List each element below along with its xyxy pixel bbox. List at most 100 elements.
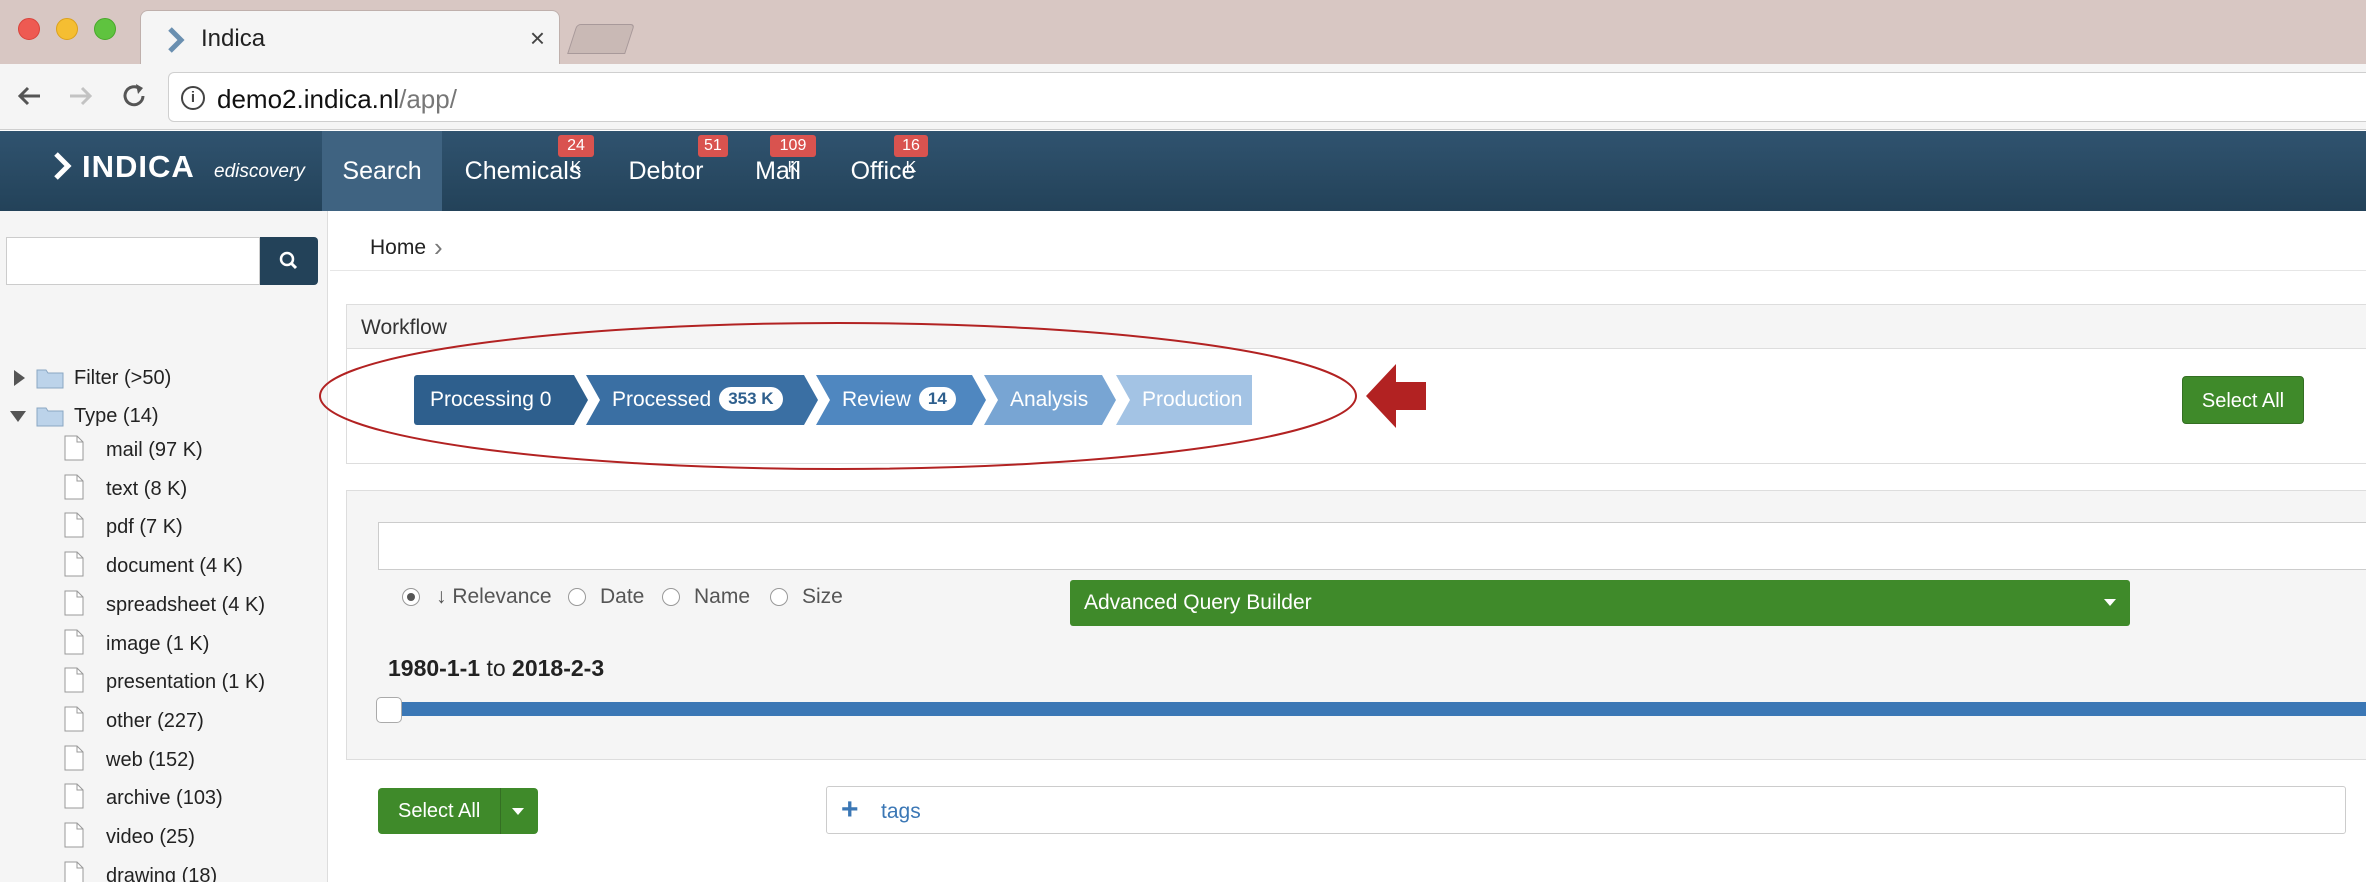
step-count-badge: 14 [919, 387, 956, 411]
date-to-word: to [486, 655, 506, 681]
caret-down-icon [2104, 599, 2116, 606]
workflow-title: Workflow [361, 316, 447, 339]
nav-badge: 16 K [894, 135, 928, 176]
maximize-window-button[interactable] [94, 18, 116, 40]
nav-debtor[interactable]: Debtor 51 [610, 131, 728, 211]
sort-size-radio[interactable] [770, 588, 788, 606]
sidebar: Filter (>50) Type (14) mail (97 K) text (… [0, 211, 328, 882]
nav-search-label: Search [342, 157, 422, 185]
nav-debtor-label: Debtor [628, 157, 704, 185]
sidebar-search-button[interactable] [260, 237, 318, 285]
browser-tab[interactable]: Indica × [140, 10, 560, 66]
file-icon [64, 783, 84, 809]
date-to: 2018-2-3 [512, 655, 605, 681]
logo-chevron-icon [54, 152, 72, 180]
step-label: Processed [612, 388, 712, 411]
file-icon [64, 629, 84, 654]
folder-icon [36, 369, 64, 389]
caret-down-icon[interactable] [512, 808, 524, 815]
reload-icon[interactable] [116, 78, 152, 114]
step-label: Review [842, 388, 911, 411]
type-filter-label: archive (103) [106, 787, 223, 810]
expand-arrow-icon[interactable] [14, 370, 25, 386]
step-label: Analysis [1010, 388, 1089, 411]
sort-relevance-label: ↓ Relevance [436, 585, 552, 608]
nav-search[interactable]: Search [322, 131, 442, 211]
step-count-badge: 353 K [719, 387, 782, 411]
address-bar[interactable]: i demo2.indica.nl/app/ [168, 72, 2366, 122]
search-icon [279, 251, 298, 270]
info-icon[interactable]: i [181, 86, 205, 110]
url-text: demo2.indica.nl/app/ [217, 84, 457, 114]
workflow-header: Workflow [347, 305, 2366, 349]
nav-mail[interactable]: Mail 109 K [740, 131, 816, 211]
file-icon [64, 590, 84, 616]
close-window-button[interactable] [18, 18, 40, 40]
advanced-query-builder-dropdown[interactable]: Advanced Query Builder [1070, 580, 2130, 626]
workflow-step-production[interactable]: Production [1116, 375, 1252, 425]
file-icon [64, 551, 84, 577]
type-filter-label: other (227) [106, 709, 204, 732]
file-icon [64, 512, 84, 538]
button-divider [500, 788, 501, 834]
breadcrumb-home[interactable]: Home [370, 236, 426, 260]
sort-size-label: Size [802, 585, 843, 608]
logo-text: INDICA [82, 149, 195, 184]
divider [330, 270, 2366, 271]
sort-name-label: Name [694, 585, 751, 608]
workflow-step-processed[interactable]: Processed 353 K [586, 375, 818, 425]
workflow-select-all-button[interactable]: Select All [2182, 376, 2304, 424]
file-icon [64, 822, 84, 848]
tab-close-icon[interactable]: × [530, 23, 545, 54]
new-tab-button[interactable] [567, 24, 635, 54]
file-icon [64, 474, 84, 500]
query-input[interactable] [378, 522, 2366, 570]
back-arrow-icon[interactable] [12, 78, 48, 114]
nav-office[interactable]: Office 16 K [838, 131, 928, 211]
type-filter-label: presentation (1 K) [106, 671, 265, 694]
date-slider-handle[interactable] [376, 697, 402, 723]
workflow-step-review[interactable]: Review 14 [816, 375, 986, 425]
nav-badge: 24 K [558, 135, 594, 176]
sort-name-radio[interactable] [662, 588, 680, 606]
results-select-all-button[interactable]: Select All [378, 788, 538, 834]
file-icon [64, 861, 84, 882]
folder-icon [36, 407, 64, 427]
tab-title: Indica [201, 25, 266, 52]
minimize-window-button[interactable] [56, 18, 78, 40]
file-icon [64, 435, 84, 461]
workflow-step-processing[interactable]: Processing 0 [414, 375, 588, 425]
date-range-slider[interactable] [388, 702, 2366, 716]
nav-badge: 51 [698, 135, 728, 157]
nav-chemicals-label: Chemicals [464, 157, 582, 185]
type-filter-label: drawing (18) [106, 864, 218, 882]
plus-icon[interactable]: + [841, 793, 859, 827]
indica-favicon-icon [168, 27, 185, 53]
workflow-step-analysis[interactable]: Analysis [984, 375, 1116, 425]
annotation-arrow-icon [1366, 364, 1426, 428]
tags-input[interactable]: + tags [826, 786, 2346, 834]
sort-date-label: Date [600, 585, 645, 608]
tree-node-label: Filter (>50) [74, 367, 172, 389]
step-label: Production [1142, 388, 1243, 411]
forward-arrow-icon[interactable] [62, 78, 98, 114]
type-filter-label: video (25) [106, 826, 195, 848]
type-filter-label: document (4 K) [106, 555, 243, 578]
file-icon [64, 667, 84, 693]
type-filter-label: web (152) [106, 748, 195, 771]
tree-node-label: Type (14) [74, 405, 159, 427]
type-filter-label: mail (97 K) [106, 439, 203, 461]
type-filter-label: image (1 K) [106, 632, 210, 655]
type-filter-label: pdf (7 K) [106, 516, 183, 539]
sidebar-search-input[interactable] [6, 237, 260, 285]
browser-tab-bar: Indica × [0, 0, 2366, 66]
logo-subtitle: ediscovery [214, 161, 305, 182]
sort-date-radio[interactable] [568, 588, 586, 606]
nav-badge: 109 K [770, 135, 816, 176]
sort-relevance-radio[interactable] [402, 588, 420, 606]
collapse-arrow-icon[interactable] [10, 411, 26, 422]
nav-chemicals[interactable]: Chemicals 24 K [452, 131, 594, 211]
tags-label: tags [881, 800, 921, 823]
advanced-query-builder-label: Advanced Query Builder [1084, 591, 1312, 614]
chevron-right-icon: › [434, 232, 443, 262]
